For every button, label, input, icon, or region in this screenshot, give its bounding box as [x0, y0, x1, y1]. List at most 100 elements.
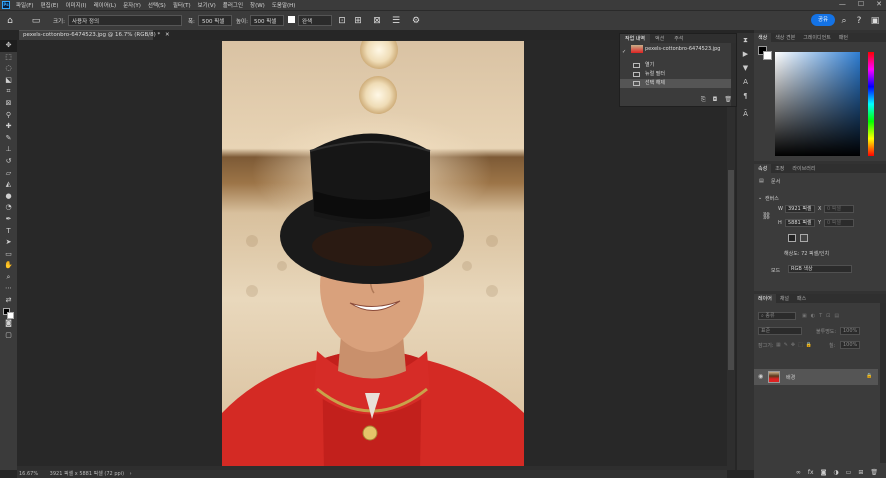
tab-color[interactable]: 색상 — [754, 33, 772, 42]
photoshop-logo[interactable]: Ps — [2, 1, 10, 9]
color-swatch[interactable] — [288, 16, 295, 23]
layers-scrollbar[interactable] — [880, 303, 886, 463]
lasso-tool-icon[interactable]: ◌ — [0, 63, 17, 75]
history-state[interactable]: 뉴럴 필터 — [620, 70, 736, 79]
new-document-from-state-icon[interactable]: ⎘ — [701, 96, 706, 104]
crop-tool-icon[interactable]: ⌗ — [0, 86, 17, 98]
glyphs-panel-icon[interactable]: Ᾰ — [737, 107, 754, 121]
actions-play-icon[interactable]: ▶ — [737, 47, 754, 61]
mode-select[interactable]: RGB 색상 — [788, 265, 852, 273]
move-tool-icon[interactable]: ✥ — [0, 40, 17, 52]
menu-edit[interactable]: 편집(E) — [41, 1, 59, 9]
quick-mask-icon[interactable]: ◙ — [0, 318, 17, 330]
add-mask-icon[interactable]: ◙ — [821, 469, 827, 476]
history-scrollbar[interactable] — [731, 43, 736, 106]
paragraph-panel-icon[interactable]: ¶ — [737, 89, 754, 103]
path-select-icon[interactable]: ➤ — [0, 237, 17, 249]
object-select-tool-icon[interactable]: ⬕ — [0, 75, 17, 87]
maximize-button[interactable]: ☐ — [858, 0, 864, 8]
lock-icons[interactable]: ▦✎✥⬚🔒 — [776, 342, 815, 348]
width-input[interactable]: 3921 픽셀 — [785, 205, 815, 213]
tab-layers[interactable]: 레이어 — [754, 294, 776, 303]
opacity-field[interactable]: 100% — [840, 327, 860, 335]
healing-brush-icon[interactable]: ✚ — [0, 121, 17, 133]
new-group-icon[interactable]: ▭ — [846, 469, 852, 476]
menu-window[interactable]: 창(W) — [250, 1, 265, 9]
menu-select[interactable]: 선택(S) — [148, 1, 166, 9]
zoom-tool-icon[interactable]: ⌕ — [0, 272, 17, 284]
hue-slider[interactable] — [868, 52, 874, 156]
brush-tool-icon[interactable]: ✎ — [0, 133, 17, 145]
artboard-tool-icon[interactable]: ⬚ — [0, 52, 17, 64]
color-picker-field[interactable] — [775, 52, 860, 156]
pen-tool-icon[interactable]: ✒ — [0, 214, 17, 226]
color-panel-background[interactable] — [763, 51, 772, 60]
menu-help[interactable]: 도움말(H) — [272, 1, 296, 9]
color-mode-select[interactable]: 완색 — [298, 15, 332, 26]
comments-icon[interactable]: ▼ — [737, 61, 754, 75]
portrait-orientation-icon[interactable] — [788, 234, 796, 242]
eraser-tool-icon[interactable]: ▱ — [0, 168, 17, 180]
menu-filter[interactable]: 필터(T) — [173, 1, 191, 9]
adjustment-layer-icon[interactable]: ◑ — [833, 469, 838, 476]
layer-filter-select[interactable]: ⌕ 종류 — [758, 312, 796, 320]
eye-icon[interactable]: ◉ — [758, 373, 763, 380]
minimize-button[interactable]: — — [839, 0, 846, 8]
tab-close-icon[interactable]: ✕ — [165, 32, 170, 38]
close-button[interactable]: ✕ — [876, 0, 882, 8]
snapshot-camera-icon[interactable]: ◘ — [713, 96, 718, 104]
character-panel-icon[interactable]: A — [737, 75, 754, 89]
tab-history[interactable]: 작업 내역 — [620, 34, 650, 43]
background-color[interactable] — [7, 311, 14, 319]
horizontal-scrollbar[interactable] — [17, 466, 727, 470]
menu-plugins[interactable]: 플러그인 — [223, 1, 243, 9]
menu-view[interactable]: 보기(V) — [198, 1, 216, 9]
history-snapshot[interactable]: ✓ pexels-cottonbro-6474523.jpg — [620, 43, 736, 55]
x-input[interactable]: 0 픽셀 — [824, 205, 854, 213]
landscape-orientation-icon[interactable] — [800, 234, 808, 242]
blend-mode-select[interactable]: 표준 — [758, 327, 802, 335]
size-select[interactable]: 사용자 정의 — [68, 15, 182, 26]
swap-colors-icon[interactable]: ⇄ — [0, 295, 17, 307]
blur-tool-icon[interactable]: ● — [0, 191, 17, 203]
link-layers-icon[interactable]: ∞ — [796, 469, 801, 476]
align-center-icon[interactable]: ⊞ — [352, 15, 364, 27]
rectangle-tool-icon[interactable]: ▭ — [0, 249, 17, 261]
history-brush-icon[interactable]: ↺ — [0, 156, 17, 168]
dodge-tool-icon[interactable]: ◔ — [0, 202, 17, 214]
gear-icon[interactable]: ⚙ — [410, 15, 422, 27]
stamp-tool-icon[interactable]: ⊥ — [0, 144, 17, 156]
layer-row-background[interactable]: ◉ 배경 🔒 — [754, 369, 878, 385]
tab-channels[interactable]: 채널 — [776, 294, 793, 303]
tab-paths[interactable]: 패스 — [793, 294, 810, 303]
menu-image[interactable]: 이미지(I) — [65, 1, 86, 9]
height-input[interactable]: 5881 픽셀 — [785, 219, 815, 227]
tab-comments[interactable]: 주석 — [669, 34, 688, 43]
link-dimensions-icon[interactable]: ⛓ — [762, 212, 771, 220]
history-panel-icon[interactable]: ⧗ — [737, 33, 754, 47]
width-field[interactable]: 500 픽셀 — [198, 15, 232, 26]
menu-file[interactable]: 파일(F) — [16, 1, 34, 9]
help-icon[interactable]: ? — [853, 15, 865, 27]
new-layer-icon[interactable]: ⊞ — [858, 469, 863, 476]
home-icon[interactable]: ⌂ — [4, 15, 16, 27]
foreground-background-colors[interactable] — [0, 307, 17, 319]
screen-mode-icon[interactable]: ▢ — [0, 330, 17, 342]
frame-tool-icon[interactable]: ⊠ — [0, 98, 17, 110]
height-field[interactable]: 500 픽셀 — [250, 15, 284, 26]
menu-layer[interactable]: 레이어(L) — [94, 1, 117, 9]
more-tools-icon[interactable]: ⋯ — [0, 283, 17, 295]
tab-actions[interactable]: 액션 — [650, 34, 669, 43]
workspace-icon[interactable]: ▣ — [869, 15, 881, 27]
layer-filter-icons[interactable]: ▣◐T⊡▤ — [802, 313, 843, 319]
fill-field[interactable]: 100% — [840, 341, 860, 349]
layer-style-icon[interactable]: fx — [808, 469, 814, 476]
status-arrow-icon[interactable]: › — [130, 471, 132, 477]
tab-adjustments[interactable]: 조정 — [771, 164, 788, 173]
document-image[interactable] — [222, 41, 524, 471]
align-left-icon[interactable]: ⊡ — [336, 15, 348, 27]
type-tool-icon[interactable]: T — [0, 226, 17, 238]
zoom-readout[interactable]: 16.67% — [19, 471, 38, 477]
hand-tool-icon[interactable]: ✋ — [0, 260, 17, 272]
history-state[interactable]: 선택 해제 — [620, 79, 736, 88]
